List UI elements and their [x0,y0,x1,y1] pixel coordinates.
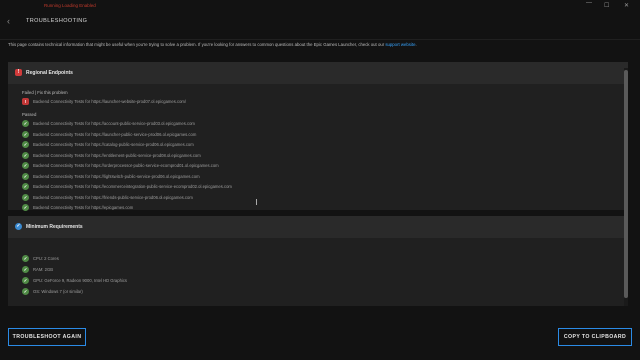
intro-text: This page contains technical information… [8,42,628,47]
check-icon: ✓ [22,120,29,127]
list-item: ✓ Backend Connectivity Tests for https://… [22,193,612,203]
section-title: Regional Endpoints [26,70,73,76]
list-item: ✓ Backend Connectivity Tests for https://… [22,130,612,140]
requirement-label: OS: Windows 7 (or similar) [33,289,83,294]
list-item: ! Backend Connectivity Tests for https:/… [22,97,612,107]
list-item: ✓ Backend Connectivity Tests for https://… [22,203,612,213]
check-icon: ✓ [22,141,29,148]
list-item: ✓ GPU: GeForce 9, Radeon 9000, Intel HD G… [22,276,612,286]
list-item: ✓ CPU: 2 Cores [22,254,612,264]
endpoint-label: Backend Connectivity Tests for https://l… [33,131,197,137]
section-minimum-requirements: ✓ Minimum Requirements ✓ CPU: 2 Cores ✓ RA… [8,216,628,306]
failed-label: Failed | Fix this problem [22,90,68,95]
troubleshoot-again-button[interactable]: TROUBLESHOOT AGAIN [8,328,86,346]
list-item: ✓ OS: Windows 7 (or similar) [22,287,612,297]
endpoint-label: Backend Connectivity Tests for https://e… [33,152,201,158]
scrollbar-thumb[interactable] [624,70,628,298]
list-item: ✓ Backend Connectivity Tests for https://… [22,182,612,192]
text-cursor-icon [256,199,259,205]
section-header[interactable]: ✓ Minimum Requirements [8,216,628,238]
list-item: ✓ Backend Connectivity Tests for https://… [22,161,612,171]
page-title: TROUBLESHOOTING [26,18,88,24]
check-icon: ✓ [22,172,29,180]
check-icon: ✓ [22,266,29,273]
endpoint-label: Backend Connectivity Tests for https://e… [33,205,134,210]
section-header[interactable]: ! Regional Endpoints [8,62,628,84]
list-item: ✓ Backend Connectivity Tests for https://… [22,119,612,129]
check-icon: ✓ [22,162,29,169]
footer-bar [0,318,640,360]
endpoint-label: Backend Connectivity Tests for https://l… [33,173,200,179]
check-icon: ✓ [22,277,29,284]
debug-label: Running Loading Enabled [44,3,96,8]
support-website-link[interactable]: support website [385,42,415,47]
endpoint-label: Backend Connectivity Tests for https://l… [33,99,187,104]
list-item: ✓ RAM: 2GB [22,265,612,275]
passed-label: Passed [22,112,37,117]
copy-to-clipboard-button[interactable]: COPY TO CLIPBOARD [558,328,632,346]
results-panel: ! Regional Endpoints Failed | Fix this p… [8,62,630,306]
requirement-label: RAM: 2GB [33,267,54,272]
check-icon: ✓ [22,204,29,211]
minimize-icon[interactable]: — [586,0,592,6]
endpoint-label: Backend Connectivity Tests for https://a… [33,121,195,126]
section-regional-endpoints: ! Regional Endpoints Failed | Fix this p… [8,62,628,213]
close-icon[interactable]: ✕ [624,2,629,9]
error-icon: ! [15,69,22,76]
endpoint-label: Backend Connectivity Tests for https://c… [33,142,194,147]
requirement-label: CPU: 2 Cores [33,256,59,261]
list-item: ✓ Backend Connectivity Tests for https://… [22,151,612,161]
check-circle-icon: ✓ [15,223,22,230]
section-title: Minimum Requirements [26,224,83,230]
intro-body: This page contains technical information… [8,42,386,47]
maximize-icon[interactable]: ☐ [604,2,609,9]
check-icon: ✓ [22,288,29,295]
intro-suffix: . [415,42,417,47]
check-icon: ✓ [22,255,29,262]
back-arrow-icon[interactable]: ‹ [7,15,17,27]
check-icon: ✓ [22,130,29,138]
endpoint-label: Backend Connectivity Tests for https://o… [33,163,219,168]
endpoint-label: Backend Connectivity Tests for https://e… [33,184,232,189]
list-item: ✓ Backend Connectivity Tests for https://… [22,140,612,150]
check-icon: ✓ [22,183,29,190]
endpoint-label: Backend Connectivity Tests for https://f… [33,194,193,200]
list-item: ✓ Backend Connectivity Tests for https://… [22,172,612,182]
top-bar: Running Loading Enabled ‹ TROUBLESHOOTIN… [0,0,640,40]
requirement-label: GPU: GeForce 9, Radeon 9000, Intel HD Gr… [33,278,128,283]
check-icon: ✓ [22,193,29,201]
check-icon: ✓ [22,151,29,159]
fail-icon: ! [22,98,29,105]
